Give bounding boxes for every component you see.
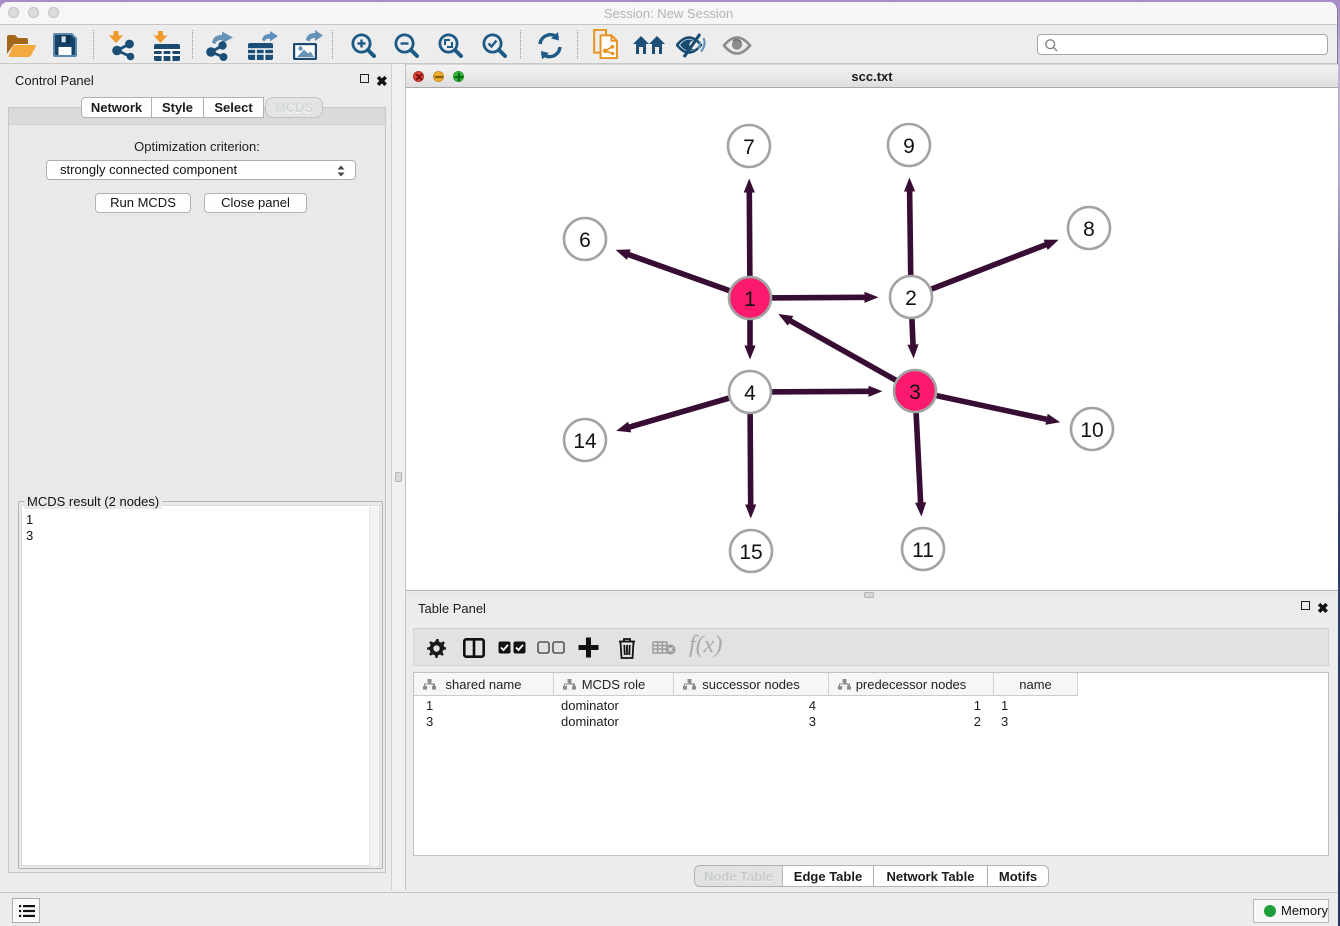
svg-text:3: 3 bbox=[909, 381, 921, 404]
svg-text:9: 9 bbox=[903, 135, 915, 158]
svg-text:1: 1 bbox=[744, 288, 756, 311]
svg-text:8: 8 bbox=[1083, 218, 1095, 241]
svg-text:11: 11 bbox=[912, 539, 934, 562]
svg-text:14: 14 bbox=[573, 430, 597, 453]
svg-text:2: 2 bbox=[905, 287, 917, 310]
svg-text:4: 4 bbox=[744, 382, 756, 405]
svg-text:10: 10 bbox=[1080, 419, 1103, 442]
svg-text:7: 7 bbox=[743, 136, 755, 159]
svg-text:6: 6 bbox=[579, 229, 591, 252]
svg-text:15: 15 bbox=[739, 541, 762, 564]
